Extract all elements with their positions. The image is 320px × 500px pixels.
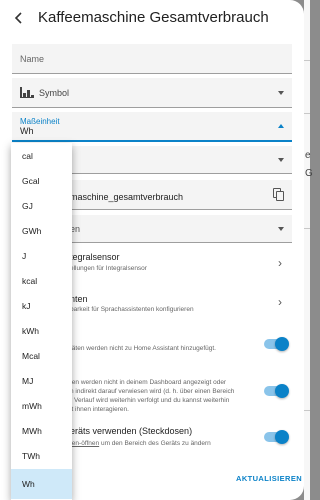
enabled-row: täten werden nicht zu Home Assistant hin… [70,342,292,356]
chart-bar-icon [20,87,34,98]
device-area-toggle[interactable] [264,430,289,444]
chevron-down-icon [278,91,284,95]
divider [304,113,310,114]
unit-option[interactable]: GJ [11,194,72,219]
unit-option[interactable]: Mcal [11,344,72,369]
name-label: Name [20,54,45,64]
unit-option[interactable]: GWh [11,219,72,244]
divider [304,60,310,61]
unit-option[interactable]: MWh [11,419,72,444]
back-button[interactable] [10,9,28,27]
unit-option-selected[interactable]: Wh [11,469,72,499]
unit-select[interactable]: Maßeinheit Wh [12,112,292,142]
unit-label: Maßeinheit [20,117,60,126]
unit-option[interactable]: Gcal [11,169,72,194]
device-area-subtitle-rest: um den Bereich des Geräts zu ändern [99,440,211,447]
symbol-picker[interactable]: Symbol [12,78,292,108]
voice-assistants-row[interactable]: nten barkeit für Sprachassistenten konfi… [70,294,292,324]
enabled-toggle[interactable] [264,337,289,351]
chevron-right-icon: › [278,295,282,309]
unit-option[interactable]: kJ [11,294,72,319]
divider [304,228,310,229]
integral-sensor-subtitle: ellungen für Integralsensor [70,265,147,272]
unit-option[interactable]: cal [11,144,72,169]
device-settings-link[interactable]: ten-öffnen [70,440,99,447]
visible-toggle[interactable] [264,384,289,398]
arrow-left-icon [14,12,22,24]
visible-row: ten werden nicht in deinem Dashboard ang… [70,378,292,418]
background-page-strip: e G [304,0,313,500]
unit-option[interactable]: kcal [11,269,72,294]
unit-value: Wh [20,126,34,136]
voice-assistants-subtitle: barkeit für Sprachassistenten konfigurie… [70,306,194,313]
chevron-down-icon [278,158,284,162]
unit-option[interactable]: mWh [11,394,72,419]
unit-option[interactable]: MJ [11,369,72,394]
visible-subtitle-line: it ihnen interagieren. [70,406,129,413]
entity-id-value: maschine_gesamtverbrauch [70,192,184,202]
visible-subtitle-line: r Verlauf wird weiterhin verfolgt und du… [70,397,230,404]
voice-assistants-title: nten [70,294,88,304]
integral-sensor-title: tegralsensor [70,252,120,262]
unit-option[interactable]: J [11,244,72,269]
unit-option[interactable]: TWh [11,444,72,469]
unit-option[interactable]: kWh [11,319,72,344]
background-char: e [305,150,311,161]
chevron-up-icon [278,124,284,128]
divider [304,410,310,411]
device-area-row: eräts verwenden (Steckdosen) ten-öffnen … [70,426,292,450]
name-input[interactable]: Name [12,44,292,74]
dialog-header: Kaffeemaschine Gesamtverbrauch [0,0,304,36]
copy-icon[interactable] [273,188,284,201]
page-title: Kaffeemaschine Gesamtverbrauch [38,9,269,26]
entity-settings-dialog: Kaffeemaschine Gesamtverbrauch Name Symb… [0,0,304,500]
symbol-label: Symbol [39,88,70,98]
enabled-subtitle: täten werden nicht zu Home Assistant hin… [70,345,216,352]
unit-dropdown-menu: cal Gcal GJ GWh J kcal kJ kWh Mcal MJ mW… [11,143,72,500]
chevron-down-icon [278,227,284,231]
chevron-right-icon: › [278,256,282,270]
background-char: G [305,168,313,179]
visible-subtitle-line: ten werden nicht in deinem Dashboard ang… [70,379,227,386]
update-button[interactable]: AKTUALISIEREN [236,474,302,483]
device-area-title: eräts verwenden (Steckdosen) [70,426,193,436]
integral-sensor-row[interactable]: tegralsensor ellungen für Integralsensor… [70,252,292,282]
visible-subtitle-line: n indirekt darauf verwiesen wird (d. h. … [70,388,235,395]
device-area-subtitle: ten-öffnen um den Bereich des Geräts zu … [70,439,265,448]
